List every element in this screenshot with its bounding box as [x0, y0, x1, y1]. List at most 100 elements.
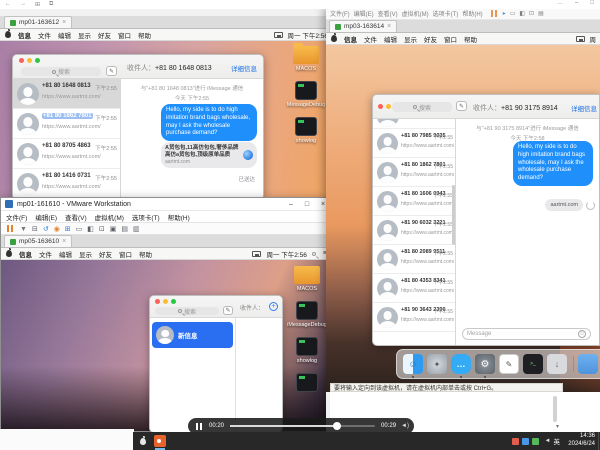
menu-item[interactable]: 好友 [99, 249, 112, 259]
share-icon[interactable]: ⧉ [49, 1, 53, 8]
pause-vm-button[interactable] [491, 10, 499, 17]
panel-scrollbar[interactable] [553, 396, 557, 422]
menu-item[interactable]: 编辑(E) [35, 212, 57, 222]
airplay-icon[interactable] [252, 251, 261, 257]
pause-button[interactable] [196, 423, 204, 430]
menu-item[interactable]: 文件 [38, 30, 51, 40]
menubar-clock[interactable]: 周一 下午2:56 [266, 249, 306, 259]
pause-vm-button[interactable] [7, 225, 15, 232]
desktop-icon[interactable]: showlog [284, 117, 328, 144]
dock-icon[interactable]: … [451, 354, 471, 374]
dock-icon[interactable]: ↓ [547, 354, 567, 374]
minimize-traffic-light[interactable] [27, 58, 32, 63]
conversation-row[interactable]: +81 80 2089 9511 下午2:55 https://www.aart… [373, 245, 455, 274]
menu-item[interactable]: 信息 [18, 30, 31, 40]
menu-item[interactable]: 虚拟机(M) [402, 12, 429, 18]
close-traffic-light[interactable] [19, 58, 24, 63]
menu-item[interactable]: 选项卡(T) [433, 12, 459, 18]
tray-icon[interactable] [532, 438, 539, 445]
desktop-icon[interactable]: MACOS [284, 46, 328, 72]
menu-item[interactable]: 显示 [404, 34, 417, 44]
minimize-traffic-light[interactable] [386, 104, 391, 109]
conversation-row[interactable]: +81 80 4353 8341 下午2:55 https://www.aart… [373, 274, 455, 303]
minimize-button[interactable]: – [283, 198, 299, 211]
maximize-button[interactable]: □ [590, 0, 594, 6]
desktop-icon[interactable]: MACOS [285, 266, 329, 292]
compose-button[interactable]: ✎ [223, 306, 233, 315]
dock-icon[interactable] [578, 354, 598, 374]
dock-icon[interactable]: >_ [523, 354, 543, 374]
toolbar-icon[interactable]: ▼ [20, 226, 27, 233]
menu-item[interactable]: 信息 [19, 249, 32, 259]
seek-knob[interactable] [333, 422, 341, 430]
menu-item[interactable]: 好友 [424, 34, 437, 44]
search-input[interactable]: 搜索 [392, 102, 452, 112]
menu-item[interactable]: 信息 [344, 34, 357, 44]
conversation-row[interactable]: +81 80 1862 7801 下午2:55 https://www.aart… [373, 158, 455, 187]
vm-tab[interactable]: mp03-163614 × [329, 20, 397, 32]
grid-view-icon[interactable]: ⊞ [35, 1, 40, 8]
ime-indicator[interactable]: 英 [554, 436, 561, 446]
toolbar-icon[interactable]: ▥ [133, 225, 140, 233]
compose-button[interactable]: ✎ [456, 101, 467, 111]
dock-icon[interactable]: ✦ [427, 354, 447, 374]
toolbar-icon[interactable]: ⊟ [32, 225, 38, 233]
menu-item[interactable]: 好友 [98, 30, 111, 40]
desktop-icon[interactable]: iMessageDebug [285, 301, 329, 328]
conversation-row[interactable]: +81 80 1862 7801 下午2:55 https://www.aart… [13, 109, 120, 139]
toolbar-icon[interactable]: ⊡ [99, 225, 105, 233]
menu-item[interactable]: 窗口 [118, 30, 131, 40]
tray-icon[interactable] [512, 438, 519, 445]
menu-item[interactable]: 帮助 [139, 249, 152, 259]
toolbar-icon[interactable]: ▣ [110, 225, 117, 233]
minimize-traffic-light[interactable] [163, 299, 168, 304]
menu-item[interactable]: 文件(F) [6, 212, 27, 222]
to-field[interactable]: 收件人：+81 80 1648 0813 [127, 63, 212, 73]
seek-bar[interactable] [230, 425, 375, 427]
toolbar-icon[interactable]: ◉ [54, 225, 60, 233]
toolbar-icon[interactable]: ↺ [43, 225, 49, 233]
tab-close-icon[interactable]: × [387, 23, 391, 30]
messages-titlebar[interactable]: 搜索 ✎ 收件人：+81 80 1648 0813 详细信息 [13, 55, 263, 79]
toolbar-icon[interactable]: ▭ [76, 225, 83, 233]
toolbar-icon[interactable]: ◧ [519, 10, 525, 17]
menu-item[interactable]: 显示 [78, 30, 91, 40]
menu-item[interactable]: 查看(V) [65, 212, 87, 222]
desktop-icon[interactable] [285, 373, 329, 394]
volume-icon[interactable]: ◄) [401, 423, 409, 429]
toolbar-icon[interactable]: ⊡ [529, 10, 534, 17]
apple-menu-icon[interactable] [331, 35, 337, 42]
window-titlebar[interactable]: mp01-161610 - VMware Workstation – □ × [1, 198, 331, 211]
menu-item[interactable]: 窗口 [119, 249, 132, 259]
apple-menu-icon[interactable] [5, 31, 11, 38]
details-link[interactable]: 详细信息 [231, 63, 257, 73]
conversation-row[interactable]: +81 80 1648 0813 下午2:55 https://www.aart… [13, 79, 120, 109]
vm-tab[interactable]: mp01-163612 × [4, 16, 72, 28]
apple-menu-icon[interactable] [6, 250, 12, 257]
vm-tab[interactable]: mp05-163610 × [4, 235, 72, 247]
conversation-row[interactable]: +81 90 6032 3221 下午2:55 https://www.aart… [373, 216, 455, 245]
taskbar-clock[interactable]: 14:36 2024/6/24 [568, 433, 595, 449]
close-traffic-light[interactable] [155, 299, 160, 304]
see-more-button[interactable]: … [557, 0, 563, 6]
menu-item[interactable]: 编辑(E) [354, 12, 374, 18]
conversation-row[interactable]: +81 80 1416 0731 下午2:55 https://www.aart… [13, 169, 120, 199]
toolbar-icon[interactable]: ▭ [510, 10, 516, 17]
to-field[interactable]: 收件人：+81 90 3175 8914 [473, 103, 558, 113]
dock-icon[interactable]: ☺ [403, 354, 423, 374]
airplay-icon[interactable] [274, 32, 283, 38]
taskbar-active-app-icon[interactable] [154, 435, 166, 447]
menu-item[interactable]: 文件(F) [330, 12, 350, 18]
to-field[interactable]: 收件人： [240, 303, 264, 312]
toolbar-icon[interactable]: ▤ [121, 225, 128, 233]
toolbar-icon[interactable]: ⊞ [65, 225, 71, 233]
list-scrollbar[interactable] [452, 185, 455, 245]
messages-titlebar[interactable]: 搜索 ✎ 收件人： + [150, 296, 282, 318]
link-preview-bubble[interactable]: A货包包,11高仿包包,奢侈品牌高仿a货包包,顶级原单品质 aartmt.com [161, 142, 257, 168]
menu-item[interactable]: 文件 [39, 249, 52, 259]
menu-item[interactable]: 窗口 [444, 34, 457, 44]
menubar-clock[interactable]: 周一 下午2:56 [288, 30, 328, 40]
dock-icon[interactable]: ✎ [499, 354, 519, 374]
menu-item[interactable]: 虚拟机(M) [95, 212, 124, 222]
conversation-row[interactable]: +81 80 1606 0943 下午2:55 https://www.aart… [373, 187, 455, 216]
